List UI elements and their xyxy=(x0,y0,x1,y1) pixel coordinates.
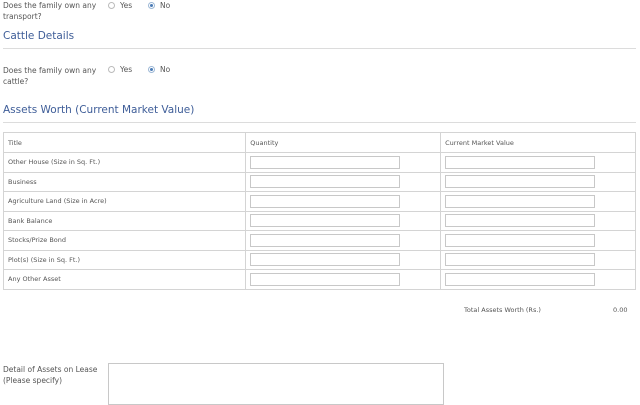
table-row: Stocks/Prize Bond xyxy=(2,230,636,251)
asset-value-cell xyxy=(440,171,636,192)
lease-details-textarea[interactable] xyxy=(108,363,444,405)
column-header-quantity: Quantity xyxy=(245,132,442,153)
column-header-title: Title xyxy=(2,132,247,153)
asset-quantity-input[interactable] xyxy=(250,233,401,247)
asset-market-value-input[interactable] xyxy=(445,175,596,189)
radio-circle-checked[interactable] xyxy=(148,66,155,73)
table-row: Other House (Size in Sq. Ft.) xyxy=(2,152,636,173)
asset-market-value-input[interactable] xyxy=(445,214,596,228)
asset-value-cell xyxy=(440,191,636,212)
column-header-market-value: Current Market Value xyxy=(440,132,636,153)
transport-no-radio[interactable]: No xyxy=(148,1,170,10)
asset-title-cell: Any Other Asset xyxy=(2,269,247,290)
table-header-row: Title Quantity Current Market Value xyxy=(2,132,636,153)
asset-quantity-cell xyxy=(245,249,442,270)
radio-label: No xyxy=(160,65,171,74)
asset-quantity-cell xyxy=(245,269,442,290)
asset-market-value-input[interactable] xyxy=(445,272,596,286)
asset-market-value-input[interactable] xyxy=(445,155,596,169)
assets-table: Title Quantity Current Market Value Othe… xyxy=(2,132,636,290)
asset-quantity-input[interactable] xyxy=(250,194,401,208)
cattle-question-label: Does the family own any cattle? xyxy=(3,66,97,86)
table-row: Business xyxy=(2,171,636,192)
asset-value-cell xyxy=(440,152,636,173)
asset-quantity-cell xyxy=(245,152,442,173)
asset-value-cell xyxy=(440,210,636,231)
asset-market-value-input[interactable] xyxy=(445,233,596,247)
asset-value-cell xyxy=(440,249,636,270)
table-row: Bank Balance xyxy=(2,210,636,231)
total-assets-value: 0.00 xyxy=(613,306,628,314)
asset-title-cell: Plot(s) (Size in Sq. Ft.) xyxy=(2,249,247,270)
radio-label: Yes xyxy=(120,1,133,10)
cattle-section-title: Cattle Details xyxy=(3,30,75,42)
asset-title-cell: Agriculture Land (Size in Acre) xyxy=(2,191,247,212)
cattle-no-radio[interactable]: No xyxy=(148,65,170,74)
table-row: Any Other Asset xyxy=(2,269,636,290)
radio-circle-checked[interactable] xyxy=(148,2,155,9)
asset-quantity-cell xyxy=(245,191,442,212)
asset-title-cell: Other House (Size in Sq. Ft.) xyxy=(2,152,247,173)
asset-market-value-input[interactable] xyxy=(445,253,596,267)
lease-label: Detail of Assets on Lease (Please specif… xyxy=(3,365,98,385)
section-divider xyxy=(3,48,636,49)
total-assets-label: Total Assets Worth (Rs.) xyxy=(464,306,541,314)
asset-title-cell: Bank Balance xyxy=(2,210,247,231)
section-divider xyxy=(3,122,636,123)
asset-value-cell xyxy=(440,269,636,290)
asset-quantity-cell xyxy=(245,230,442,251)
table-row: Plot(s) (Size in Sq. Ft.) xyxy=(2,249,636,270)
radio-circle[interactable] xyxy=(108,66,115,73)
asset-title-cell: Stocks/Prize Bond xyxy=(2,230,247,251)
asset-value-cell xyxy=(440,230,636,251)
asset-market-value-input[interactable] xyxy=(445,194,596,208)
asset-quantity-input[interactable] xyxy=(250,214,401,228)
radio-label: No xyxy=(160,1,171,10)
asset-quantity-input[interactable] xyxy=(250,155,401,169)
transport-question-label: Does the family own any transport? xyxy=(3,1,97,21)
assets-section-title: Assets Worth (Current Market Value) xyxy=(3,104,195,116)
asset-quantity-cell xyxy=(245,171,442,192)
transport-yes-radio[interactable]: Yes xyxy=(108,1,132,10)
cattle-yes-radio[interactable]: Yes xyxy=(108,65,132,74)
radio-label: Yes xyxy=(120,65,133,74)
radio-circle[interactable] xyxy=(108,2,115,9)
asset-quantity-input[interactable] xyxy=(250,175,401,189)
asset-quantity-cell xyxy=(245,210,442,231)
table-row: Agriculture Land (Size in Acre) xyxy=(2,191,636,212)
asset-title-cell: Business xyxy=(2,171,247,192)
asset-quantity-input[interactable] xyxy=(250,253,401,267)
asset-quantity-input[interactable] xyxy=(250,272,401,286)
